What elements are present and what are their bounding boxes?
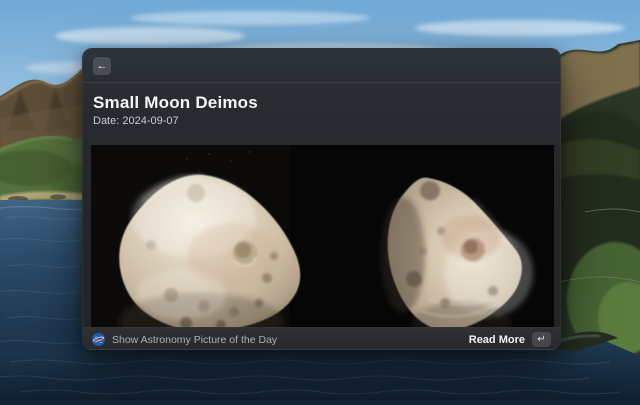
apod-window: ← Small Moon Deimos Date: 2024-09-07 xyxy=(82,48,561,350)
return-key-icon[interactable]: ↵ xyxy=(532,332,551,347)
nasa-icon xyxy=(92,333,105,346)
page-title: Small Moon Deimos xyxy=(93,93,258,113)
back-arrow-icon: ← xyxy=(97,60,108,72)
footer-bar: Show Astronomy Picture of the Day Read M… xyxy=(83,327,560,350)
read-more-button[interactable]: Read More xyxy=(469,334,525,346)
back-button[interactable]: ← xyxy=(93,57,111,75)
panel-header: ← xyxy=(83,49,560,83)
date-label: Date: 2024-09-07 xyxy=(93,115,179,127)
apod-image xyxy=(91,145,554,327)
footer-hint: Show Astronomy Picture of the Day xyxy=(112,334,462,346)
